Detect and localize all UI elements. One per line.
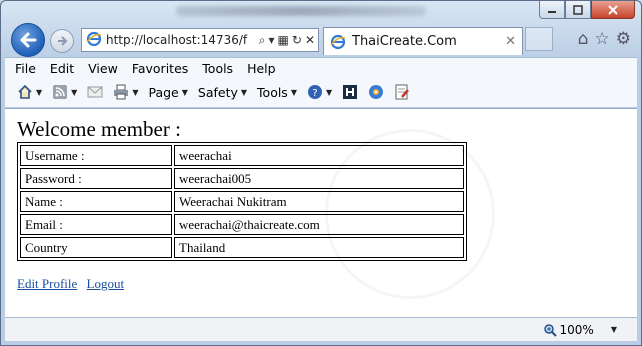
page-content: Welcome member : Username : weerachai Pa… (5, 108, 637, 317)
h-addon-icon (342, 84, 358, 100)
logout-link[interactable]: Logout (87, 276, 125, 291)
chevron-down-icon: ▼ (181, 87, 188, 97)
chevron-down-icon: ▼ (36, 87, 43, 97)
menu-favorites[interactable]: Favorites (132, 61, 188, 76)
menu-view[interactable]: View (88, 61, 118, 76)
member-links: Edit Profile Logout (17, 276, 130, 292)
close-button[interactable] (591, 1, 635, 19)
table-row: Email : weerachai@thaicreate.com (20, 214, 464, 235)
email-value: weerachai@thaicreate.com (174, 214, 464, 235)
forward-arrow-icon (58, 36, 68, 46)
country-label: Country (20, 237, 172, 258)
address-url[interactable]: http://localhost:14736/f (106, 33, 259, 47)
caption-buttons (539, 1, 635, 19)
status-bar: 100% ▼ (5, 317, 637, 341)
chevron-down-icon: ▼ (610, 325, 617, 334)
menu-edit[interactable]: Edit (50, 61, 74, 76)
home-command-icon (17, 84, 33, 100)
browser-window: http://localhost:14736/f ⌕ ▾ ▦ ↻ ✕ ThaiC… (0, 0, 642, 346)
menu-file[interactable]: File (15, 61, 36, 76)
toolbars: File Edit View Favorites Tools Help ▼ ▼ (5, 57, 637, 107)
dropdown-icon[interactable]: ▾ (269, 33, 275, 48)
addon-h-button[interactable] (342, 84, 358, 100)
email-label: Email : (20, 214, 172, 235)
minimize-icon (548, 10, 556, 13)
tab-title: ThaiCreate.Com (352, 34, 457, 49)
chevron-down-icon: ▼ (71, 87, 78, 97)
table-row: Name : Weerachai Nukitram (20, 191, 464, 212)
table-row: Username : weerachai (20, 145, 464, 166)
home-command[interactable]: ▼ (17, 84, 42, 100)
printer-icon (113, 84, 129, 100)
zoom-control[interactable]: 100% ▼ (543, 323, 617, 337)
password-label: Password : (20, 168, 172, 189)
minimize-button[interactable] (539, 1, 565, 19)
tab-thaicreate[interactable]: ThaiCreate.Com ✕ (323, 27, 523, 55)
table-row: Country Thailand (20, 237, 464, 258)
maximize-icon (573, 4, 583, 15)
page-menu-label: Page (148, 84, 179, 100)
menu-bar: File Edit View Favorites Tools Help (5, 58, 637, 78)
mail-command[interactable] (87, 84, 103, 100)
chevron-down-icon: ▼ (290, 87, 297, 97)
search-icon[interactable]: ⌕ (259, 33, 266, 48)
password-value: weerachai005 (174, 168, 464, 189)
compatibility-icon[interactable]: ▦ (278, 33, 289, 48)
menu-help[interactable]: Help (247, 61, 276, 76)
favorites-star-icon[interactable]: ☆ (595, 29, 610, 49)
name-label: Name : (20, 191, 172, 212)
window-title-blurred (176, 6, 426, 16)
globe-settings-icon (368, 84, 384, 100)
page-title: Welcome member : (17, 117, 181, 141)
maximize-button[interactable] (565, 1, 591, 19)
table-row: Password : weerachai005 (20, 168, 464, 189)
username-label: Username : (20, 145, 172, 166)
member-info-table: Username : weerachai Password : weeracha… (17, 142, 467, 261)
addon-globe-button[interactable] (368, 84, 384, 100)
username-value: weerachai (174, 145, 464, 166)
addon-pdf-button[interactable] (394, 84, 410, 100)
new-tab-button[interactable] (525, 27, 553, 51)
safety-menu[interactable]: Safety ▼ (198, 85, 247, 100)
svg-text:?: ? (312, 88, 317, 99)
stop-icon[interactable]: ✕ (305, 33, 315, 48)
back-arrow-icon (20, 32, 37, 48)
navigation-bar: http://localhost:14736/f ⌕ ▾ ▦ ↻ ✕ ThaiC… (5, 21, 639, 59)
safety-menu-label: Safety (197, 84, 238, 100)
name-value: Weerachai Nukitram (174, 191, 464, 212)
forward-button[interactable] (50, 29, 74, 53)
menu-tools[interactable]: Tools (202, 61, 233, 76)
back-button[interactable] (11, 23, 45, 57)
home-icon[interactable]: ⌂ (578, 29, 589, 49)
chevron-down-icon: ▼ (325, 87, 333, 97)
close-icon (608, 4, 618, 15)
address-bar[interactable]: http://localhost:14736/f ⌕ ▾ ▦ ↻ ✕ (81, 28, 319, 52)
tools-menu-label: Tools (257, 84, 288, 100)
zoom-level: 100% (559, 322, 594, 337)
country-value: Thailand (174, 237, 464, 258)
rss-feed-icon (52, 84, 68, 100)
command-bar: ▼ ▼ ▼ Page ▼ Safety ▼ Tools ▼ ? ▼ (5, 78, 637, 106)
help-icon: ? (307, 84, 323, 100)
ie-tab-icon (330, 34, 346, 49)
gear-icon[interactable]: ⚙ (616, 29, 631, 49)
edit-profile-link[interactable]: Edit Profile (17, 276, 77, 291)
mail-icon (87, 84, 103, 100)
page-menu[interactable]: Page ▼ (148, 85, 187, 100)
ie-page-icon (86, 31, 102, 50)
zoom-magnifier-icon (543, 323, 557, 337)
tab-close-icon[interactable]: ✕ (505, 34, 516, 49)
print-command[interactable]: ▼ (113, 84, 138, 100)
feeds-command[interactable]: ▼ (52, 84, 77, 100)
chevron-down-icon: ▼ (132, 87, 139, 97)
help-command[interactable]: ? ▼ (307, 84, 332, 100)
chevron-down-icon: ▼ (240, 87, 248, 97)
refresh-icon[interactable]: ↻ (292, 33, 302, 48)
document-edit-icon (394, 84, 410, 100)
tools-menu[interactable]: Tools ▼ (257, 85, 297, 100)
